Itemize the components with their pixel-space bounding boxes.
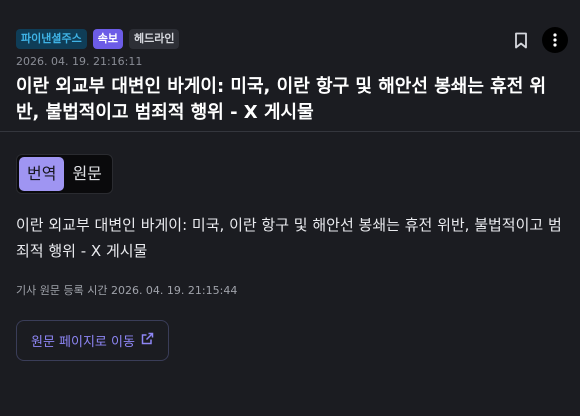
- bookmark-icon[interactable]: [514, 31, 528, 49]
- tag-list: 파이낸셜주스 속보 헤드라인: [16, 29, 564, 49]
- news-detail-card: 파이낸셜주스 속보 헤드라인 2026. 04. 19. 21:16:11 이란…: [0, 0, 580, 416]
- header-actions: [514, 27, 568, 53]
- source-tag: 파이낸셜주스: [16, 29, 87, 49]
- translation-tab[interactable]: 번역: [19, 157, 65, 191]
- translation-toggle: 번역 원문: [16, 154, 113, 194]
- article-header: 파이낸셜주스 속보 헤드라인 2026. 04. 19. 21:16:11 이란…: [0, 0, 580, 132]
- more-vertical-icon[interactable]: [542, 27, 568, 53]
- article-content: 이란 외교부 대변인 바게이: 미국, 이란 항구 및 해안선 봉쇄는 휴전 위…: [16, 216, 562, 260]
- article-body: 번역 원문 이란 외교부 대변인 바게이: 미국, 이란 항구 및 해안선 봉쇄…: [0, 132, 580, 361]
- original-tab[interactable]: 원문: [64, 157, 109, 191]
- article-title: 이란 외교부 대변인 바게이: 미국, 이란 항구 및 해안선 봉쇄는 휴전 위…: [16, 76, 547, 123]
- open-original-button[interactable]: 원문 페이지로 이동: [16, 320, 169, 361]
- registered-time: 기사 원문 등록 시간 2026. 04. 19. 21:15:44: [16, 284, 238, 297]
- breaking-tag: 속보: [92, 29, 123, 49]
- open-original-label: 원문 페이지로 이동: [31, 335, 135, 350]
- headline-tag: 헤드라인: [128, 29, 180, 49]
- publish-timestamp: 2026. 04. 19. 21:16:11: [16, 55, 143, 68]
- external-link-icon: [141, 332, 154, 349]
